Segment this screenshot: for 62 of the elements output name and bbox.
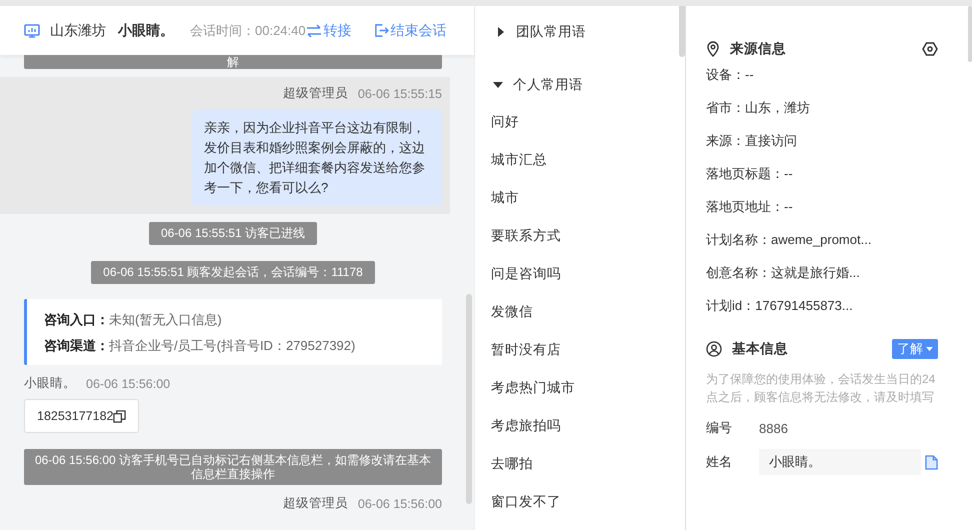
sender-name: 超级管理员 [282, 85, 348, 102]
monitor-icon [24, 22, 40, 38]
source-info-line: 省市：山东，潍坊 [706, 99, 811, 117]
source-info-line: 创意名称：这就是旅行婚... [706, 264, 861, 282]
caret-right-icon [496, 27, 506, 37]
phrase-group-header[interactable]: 团队常用语 [496, 22, 586, 42]
scrollbar[interactable] [679, 6, 685, 57]
location-pin-icon [706, 41, 720, 57]
info-value: 抖音企业号/员工号(抖音号ID：279527392) [109, 338, 356, 353]
document-icon[interactable] [925, 454, 938, 470]
message-time: 06-06 15:55:15 [358, 86, 442, 100]
info-label: 咨询入口： [44, 312, 109, 327]
phrase-item[interactable]: 发微信 [491, 293, 685, 331]
exit-icon [374, 23, 389, 38]
scrollbar[interactable] [968, 6, 972, 62]
system-notice: 06-06 15:55:51 顾客发起会话，会话编号：11178 [91, 261, 375, 284]
source-info-line: 来源：直接访问 [706, 132, 798, 150]
source-info-line: 落地页地址：-- [706, 198, 794, 216]
copy-icon[interactable] [113, 410, 126, 422]
scrollbar[interactable] [466, 294, 472, 504]
message-bubble: 亲亲，因为企业抖音平台这边有限制，发价目表和婚纱照案例会屏蔽的，这边加个微信、把详细套餐内容发送给您参考一下，您看可以么? [192, 110, 442, 206]
phrase-item[interactable]: 城市 [491, 179, 685, 217]
notice-text: 为了保障您的使用体验，会话发生当日的24点之后，顾客信息将无法修改，请及时填写 [706, 371, 936, 406]
sender-name: 小眼睛。 [24, 375, 76, 392]
phrase-item[interactable]: 暂时没有店 [491, 331, 685, 369]
phrase-group-header[interactable]: 个人常用语 [493, 75, 583, 95]
field-value: 8886 [759, 420, 788, 436]
system-notice: 解 [24, 55, 442, 69]
name-input-field[interactable]: 小眼睛。 [759, 449, 921, 475]
section-title: 基本信息 [732, 340, 788, 358]
phrase-item[interactable]: 去哪拍 [491, 445, 685, 483]
settings-icon[interactable] [922, 41, 938, 57]
session-time: 00:24:40 [255, 23, 306, 38]
phrase-item[interactable]: 城市汇总 [491, 141, 685, 179]
phrase-item[interactable]: 考虑热门城市 [491, 369, 685, 407]
sender-name: 超级管理员 [282, 495, 348, 512]
info-value: 未知(暂无入口信息) [109, 312, 222, 327]
source-info-line: 计划id：176791455873... [706, 297, 854, 315]
phrase-item[interactable]: 问是咨询吗 [491, 255, 685, 293]
system-notice: 06-06 15:56:00 访客手机号已自动标记右侧基本信息栏，如需修改请在基本信息栏直接操作 [24, 449, 442, 485]
message-time: 06-06 15:56:00 [86, 376, 170, 390]
caret-down-icon [926, 346, 933, 352]
phone-number: 18253177182 [37, 409, 114, 423]
field-label: 姓名 [706, 453, 733, 471]
session-time-label: 会话时间： [190, 22, 255, 40]
field-label: 编号 [706, 419, 733, 437]
source-info-line: 计划名称：aweme_promot... [706, 231, 872, 249]
source-info-line: 设备：-- [706, 66, 755, 84]
swap-icon [306, 24, 322, 38]
phrase-item[interactable]: 问好 [491, 103, 685, 141]
source-info-line: 落地页标题：-- [706, 165, 794, 183]
phrase-item[interactable]: 要联系方式 [491, 217, 685, 255]
message-time: 06-06 15:56:00 [358, 496, 442, 510]
phrase-item[interactable]: 窗口发不了 [491, 483, 685, 521]
phrase-item[interactable]: 考虑旅拍吗 [491, 407, 685, 445]
caret-down-icon [493, 80, 503, 90]
section-title: 来源信息 [730, 40, 786, 58]
user-circle-icon [706, 341, 722, 357]
system-notice: 06-06 15:55:51 访客已进线 [148, 222, 318, 245]
info-label: 咨询渠道： [44, 338, 109, 353]
visitor-name: 小眼睛。 [118, 22, 174, 40]
visitor-location: 山东潍坊 [50, 22, 106, 40]
